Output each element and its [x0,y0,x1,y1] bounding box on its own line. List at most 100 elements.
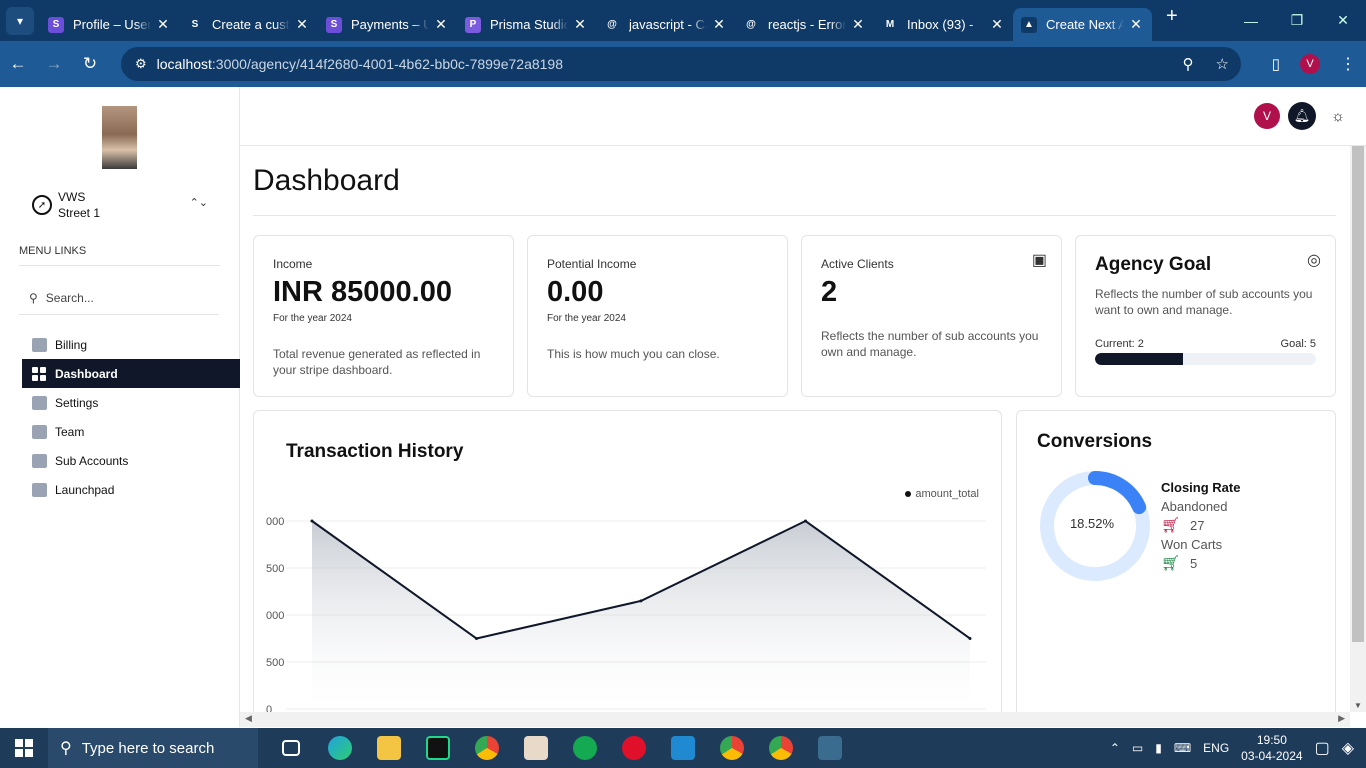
data-point[interactable] [475,637,478,640]
close-tab-icon[interactable]: ✕ [711,16,727,33]
back-button[interactable]: ← [0,54,36,74]
date: 03-04-2024 [1241,749,1303,763]
browser-tab[interactable]: ▲ Create Next App ✕ [1013,8,1152,41]
scrollbar-thumb[interactable] [1352,146,1364,642]
data-point[interactable] [968,637,972,640]
close-tab-icon[interactable]: ✕ [433,16,449,33]
potential-income-label: Potential Income [547,257,637,271]
tab-favicon-icon: S [187,16,203,33]
forward-button[interactable]: → [36,54,72,74]
tab-title: Create a custom [212,17,290,32]
goal-current: Current: 2 [1095,338,1144,350]
user-avatar[interactable]: V [1254,103,1280,129]
theme-toggle-icon[interactable]: ☼ [1324,102,1352,130]
cart-icon-won: 🛒︎ [1161,555,1181,572]
account-switcher[interactable]: ➚ VWS Street 1 ⌃⌄ [32,190,212,220]
restore-icon[interactable]: ❐ [1274,0,1320,41]
taskbar-search-box[interactable]: ⚲ Type here to search [48,728,258,768]
taskbar-apps [266,728,854,768]
chrome-profile-icon[interactable] [707,728,756,768]
sidebar-item-sub-accounts[interactable]: Sub Accounts [22,446,240,475]
zoom-icon[interactable]: ⚲ [1183,55,1194,73]
file-explorer-icon[interactable] [364,728,413,768]
data-point[interactable] [639,599,643,603]
browser-tab[interactable]: @ javascript - Cann ✕ [596,8,735,41]
chrome-icon[interactable] [462,728,511,768]
browser-tab[interactable]: S Create a custom ✕ [179,8,318,41]
data-point[interactable] [804,519,807,523]
language-indicator[interactable]: ENG [1203,741,1229,755]
tab-strip: S Profile – User ✕ S Create a custom ✕ S Paymen… [40,0,1152,41]
vertical-scrollbar[interactable]: ▼ [1350,146,1366,712]
sidebar-item-team[interactable]: Team [22,417,240,446]
close-window-icon[interactable]: ✕ [1320,0,1366,41]
scroll-down-icon[interactable]: ▼ [1354,701,1362,710]
chevron-up-icon[interactable]: ⌃ [1110,741,1120,755]
browser-tab[interactable]: P Prisma Studio ✕ [457,8,596,41]
scroll-right-icon[interactable]: ▶ [1338,713,1345,724]
close-tab-icon[interactable]: ✕ [294,16,310,33]
opera-icon[interactable] [609,728,658,768]
browser-profile-avatar[interactable]: V [1300,54,1320,74]
new-tab-button[interactable]: + [1166,5,1178,28]
edge-icon[interactable] [315,728,364,768]
sidebar-item-settings[interactable]: Settings [22,388,240,417]
reload-button[interactable]: ↻ [72,54,108,74]
y-tick-label: 000 [266,516,284,528]
sidebar-search-input[interactable]: ⚲ Search... [19,281,219,315]
minimize-icon[interactable]: — [1228,0,1274,41]
office-app-icon[interactable] [511,728,560,768]
data-point[interactable] [310,519,314,523]
site-info-icon[interactable]: ⚙ [135,56,147,72]
windows-start-button[interactable] [0,728,48,768]
keyboard-icon[interactable]: ⌨ [1174,741,1191,755]
browser-tab[interactable]: S Profile – User ✕ [40,8,179,41]
mongodb-icon[interactable] [560,728,609,768]
chevron-updown-icon[interactable]: ⌃⌄ [190,196,208,209]
task-view-icon[interactable] [266,728,315,768]
menu-links-heading: MENU LINKS [19,245,87,257]
notification-icon[interactable]: ▢ [1315,738,1330,758]
pycharm-icon[interactable] [413,728,462,768]
search-icon: ⚲ [29,290,38,305]
browser-menu-icon[interactable]: ⋮ [1340,54,1356,74]
closing-rate-label: Closing Rate [1161,480,1241,495]
won-count: 5 [1190,556,1198,571]
income-label: Income [273,257,313,271]
sidebar-item-label: Launchpad [55,482,115,497]
tab-search-button[interactable]: ▾ [6,6,34,35]
meet-icon[interactable]: ▭ [1132,741,1143,755]
sidebar-item-label: Sub Accounts [55,453,129,468]
tab-title: Create Next App [1046,17,1124,32]
divider [19,265,220,266]
sidebar-item-dashboard[interactable]: Dashboard [22,359,240,388]
browser-tab[interactable]: S Payments – Users ✕ [318,8,457,41]
horizontal-scrollbar[interactable]: ◀ ▶ [240,712,1350,727]
vscode-icon[interactable] [658,728,707,768]
sidebar-nav: Billing Dashboard Settings Team Sub Accounts… [22,330,240,504]
copilot-icon[interactable]: ◈ [1342,738,1354,758]
battery-icon[interactable]: ▮ [1155,741,1162,755]
scroll-left-icon[interactable]: ◀ [245,713,252,724]
potential-income-year: For the year 2024 [547,313,626,324]
potential-income-value: 0.00 [547,276,604,308]
sidebar-item-billing[interactable]: Billing [22,330,240,359]
browser-tab[interactable]: M Inbox (93) - ✕ [874,8,1013,41]
browser-tab[interactable]: @ reactjs - Error ✕ [735,8,874,41]
side-panel-icon[interactable]: ▯ [1272,55,1280,73]
close-tab-icon[interactable]: ✕ [1128,16,1144,33]
mysql-workbench-icon[interactable] [805,728,854,768]
close-tab-icon[interactable]: ✕ [572,16,588,33]
clock[interactable]: 19:50 03-04-2024 [1241,732,1302,764]
bell-icon[interactable]: 🔔︎ [1288,102,1316,130]
address-bar-row: ← → ↻ ⚙ localhost:3000/agency/414f2680-4… [0,41,1366,87]
close-tab-icon[interactable]: ✕ [155,16,171,33]
abandoned-label: Abandoned [1161,499,1228,514]
url-path: :3000/agency/414f2680-4001-4b62-bb0c-789… [211,56,564,72]
url-bar[interactable]: ⚙ localhost:3000/agency/414f2680-4001-4b… [121,47,1241,81]
close-tab-icon[interactable]: ✕ [989,16,1005,33]
chrome-profile-2-icon[interactable] [756,728,805,768]
close-tab-icon[interactable]: ✕ [850,16,866,33]
sidebar-item-launchpad[interactable]: Launchpad [22,475,240,504]
bookmark-star-icon[interactable]: ☆ [1216,55,1229,73]
